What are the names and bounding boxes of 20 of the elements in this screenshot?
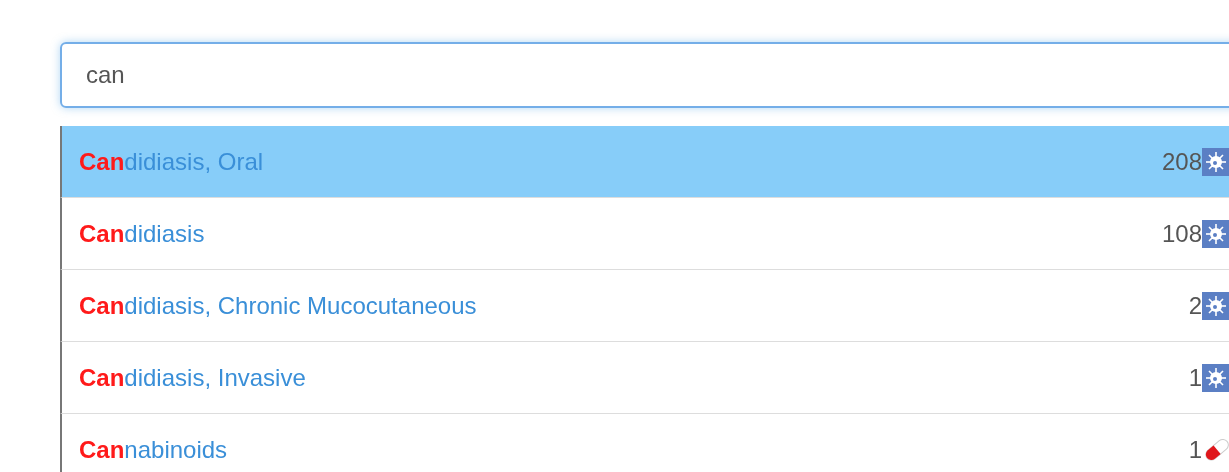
search-field[interactable]: can xyxy=(60,42,1229,108)
virus-icon xyxy=(1202,219,1229,248)
suggestion-item[interactable]: Candidiasis, Oral 208 xyxy=(60,126,1229,198)
suggestion-label: Candidiasis, Chronic Mucocutaneous xyxy=(79,290,477,321)
suggestion-label: Candidiasis, Invasive xyxy=(79,362,306,393)
virus-icon xyxy=(1202,291,1229,320)
result-count: 1 xyxy=(1188,362,1202,393)
suggestion-item[interactable]: Candidiasis 108 xyxy=(60,198,1229,270)
suggestion-label: Candidiasis xyxy=(79,218,205,249)
suggestion-label: Candidiasis, Oral xyxy=(79,146,264,177)
suggestion-item[interactable]: Cannabinoids 1 xyxy=(60,414,1229,472)
result-count: 2 xyxy=(1188,290,1202,321)
virus-icon xyxy=(1202,363,1229,392)
result-count: 208 xyxy=(1161,146,1202,177)
virus-icon xyxy=(1202,147,1229,176)
result-count: 108 xyxy=(1161,218,1202,249)
suggestion-item[interactable]: Candidiasis, Invasive 1 xyxy=(60,342,1229,414)
suggestion-label: Cannabinoids xyxy=(79,434,228,465)
result-count: 1 xyxy=(1188,434,1202,465)
suggestion-item[interactable]: Candidiasis, Chronic Mucocutaneous 2 xyxy=(60,270,1229,342)
